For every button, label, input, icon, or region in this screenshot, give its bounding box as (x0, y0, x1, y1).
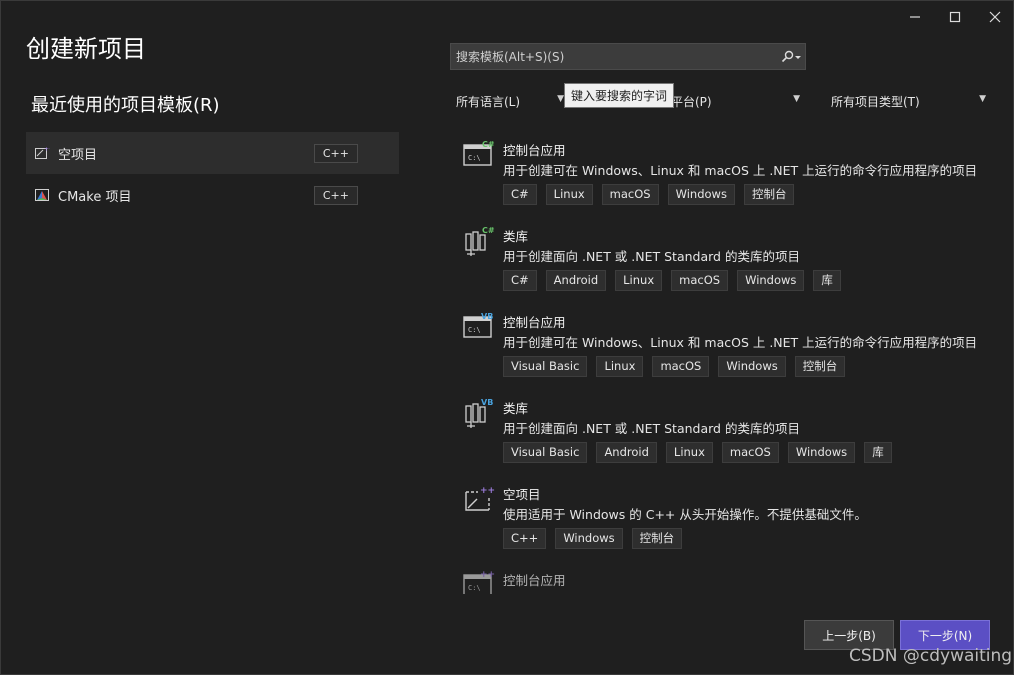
close-button[interactable] (981, 7, 1009, 27)
search-templates-box[interactable]: 搜索模板(Alt+S)(S) (450, 43, 806, 70)
tag: macOS (652, 356, 710, 377)
search-input[interactable]: 搜索模板(Alt+S)(S) (456, 48, 777, 65)
template-tags: Visual Basic Android Linux macOS Windows… (503, 442, 892, 463)
template-description: 用于创建面向 .NET 或 .NET Standard 的类库的项目 (503, 249, 800, 264)
minimize-icon (910, 16, 920, 18)
tag: 控制台 (631, 528, 683, 549)
tag: C# (503, 184, 537, 205)
tag: Android (545, 270, 607, 291)
tag: Windows (555, 528, 623, 549)
template-item[interactable]: C:\ VB 控制台应用 用于创建可在 Windows、Linux 和 macO… (463, 312, 983, 382)
empty-project-icon: ++ (34, 145, 50, 161)
template-name: 空项目 (503, 487, 541, 502)
empty-project-icon: ++ (465, 486, 495, 511)
tag: Linux (596, 356, 644, 377)
template-item[interactable]: C:\ ++ 控制台应用 (463, 570, 983, 594)
template-name: 控制台应用 (503, 143, 566, 158)
recent-templates-list: ++ 空项目 C++ CMake 项目 C++ (26, 132, 399, 216)
language-badge: ++ (480, 570, 495, 580)
template-description: 用于创建面向 .NET 或 .NET Standard 的类库的项目 (503, 421, 800, 436)
page-title: 创建新项目 (26, 35, 146, 63)
template-name: 类库 (503, 401, 529, 416)
tag: 库 (864, 442, 892, 463)
tag: C# (503, 270, 537, 291)
tag: macOS (671, 270, 729, 291)
recent-templates-heading: 最近使用的项目模板(R) (31, 95, 220, 116)
template-tags: C++ Windows 控制台 (503, 528, 683, 549)
tag: 控制台 (743, 184, 795, 205)
console-app-icon: C:\ ++ (463, 570, 495, 594)
template-item[interactable]: VB 类库 用于创建面向 .NET 或 .NET Standard 的类库的项目… (463, 398, 983, 468)
svg-text:C:\: C:\ (468, 326, 481, 334)
tag: Android (596, 442, 657, 463)
tag: Visual Basic (503, 442, 588, 463)
svg-text:C:\: C:\ (468, 584, 481, 592)
language-filter-value: 所有语言(L) (456, 94, 521, 109)
watermark: CSDN @cdywaiting (849, 646, 1013, 666)
tag: Windows (787, 442, 856, 463)
template-tags: Visual Basic Linux macOS Windows 控制台 (503, 356, 846, 377)
recent-item-empty-project[interactable]: ++ 空项目 C++ (26, 132, 399, 174)
class-library-icon: VB (465, 398, 493, 428)
template-item[interactable]: C# 类库 用于创建面向 .NET 或 .NET Standard 的类库的项目… (463, 226, 983, 296)
project-type-filter-dropdown[interactable]: 所有项目类型(T) ▼ (825, 89, 990, 113)
recent-item-cmake-project[interactable]: CMake 项目 C++ (26, 174, 399, 216)
tag: 库 (813, 270, 841, 291)
language-badge: C# (482, 140, 495, 149)
template-tags: C# Android Linux macOS Windows 库 (503, 270, 841, 291)
language-badge: ++ (480, 486, 495, 496)
cmake-icon (34, 187, 50, 203)
tag: Windows (737, 270, 805, 291)
close-icon (989, 11, 1001, 23)
dialog-window: 创建新项目 最近使用的项目模板(R) ++ 空项目 C++ CMake 项目 C… (0, 0, 1014, 675)
tag: 控制台 (794, 356, 846, 377)
svg-text:C:\: C:\ (468, 154, 481, 162)
template-item[interactable]: ++ 空项目 使用适用于 Windows 的 C++ 从头开始操作。不提供基础文… (463, 484, 983, 554)
template-tags: C# Linux macOS Windows 控制台 (503, 184, 795, 205)
template-name: 类库 (503, 229, 529, 244)
class-library-icon: C# (465, 226, 495, 256)
search-tooltip: 键入要搜索的字词 (564, 83, 675, 108)
tag: macOS (721, 442, 779, 463)
recent-item-label: 空项目 (58, 147, 98, 163)
platform-filter-dropdown[interactable]: 平台(P) ▼ (669, 89, 804, 113)
language-badge: VB (481, 312, 493, 321)
recent-item-label: CMake 项目 (58, 189, 132, 205)
tag: C++ (503, 528, 547, 549)
template-name: 控制台应用 (503, 315, 566, 330)
svg-text:++: ++ (44, 146, 50, 153)
project-type-filter-value: 所有项目类型(T) (831, 94, 920, 109)
platform-filter-value: 平台(P) (671, 94, 712, 109)
template-description: 用于创建可在 Windows、Linux 和 macOS 上 .NET 上运行的… (503, 163, 978, 178)
console-app-icon: C:\ VB (463, 312, 493, 338)
chevron-down-icon: ▼ (557, 94, 564, 104)
template-name: 控制台应用 (503, 573, 566, 588)
language-badge: C++ (313, 185, 358, 205)
search-icon[interactable] (777, 45, 805, 69)
tag: Linux (615, 270, 663, 291)
tag: Windows (667, 184, 735, 205)
tag: Linux (545, 184, 593, 205)
tag: macOS (601, 184, 659, 205)
language-badge: VB (481, 398, 493, 407)
tag: Windows (718, 356, 786, 377)
language-badge: C# (482, 226, 495, 235)
maximize-icon (949, 11, 961, 23)
language-badge: C++ (313, 143, 358, 163)
tag: Visual Basic (503, 356, 588, 377)
tag: Linux (665, 442, 713, 463)
maximize-button[interactable] (941, 7, 969, 27)
console-app-icon: C:\ C# (463, 140, 495, 166)
template-description: 使用适用于 Windows 的 C++ 从头开始操作。不提供基础文件。 (503, 507, 867, 522)
chevron-down-icon: ▼ (793, 94, 800, 104)
template-description: 用于创建可在 Windows、Linux 和 macOS 上 .NET 上运行的… (503, 335, 978, 350)
minimize-button[interactable] (901, 7, 929, 27)
chevron-down-icon: ▼ (979, 94, 986, 104)
language-filter-dropdown[interactable]: 所有语言(L) ▼ (450, 89, 568, 113)
template-item[interactable]: C:\ C# 控制台应用 用于创建可在 Windows、Linux 和 macO… (463, 140, 983, 210)
